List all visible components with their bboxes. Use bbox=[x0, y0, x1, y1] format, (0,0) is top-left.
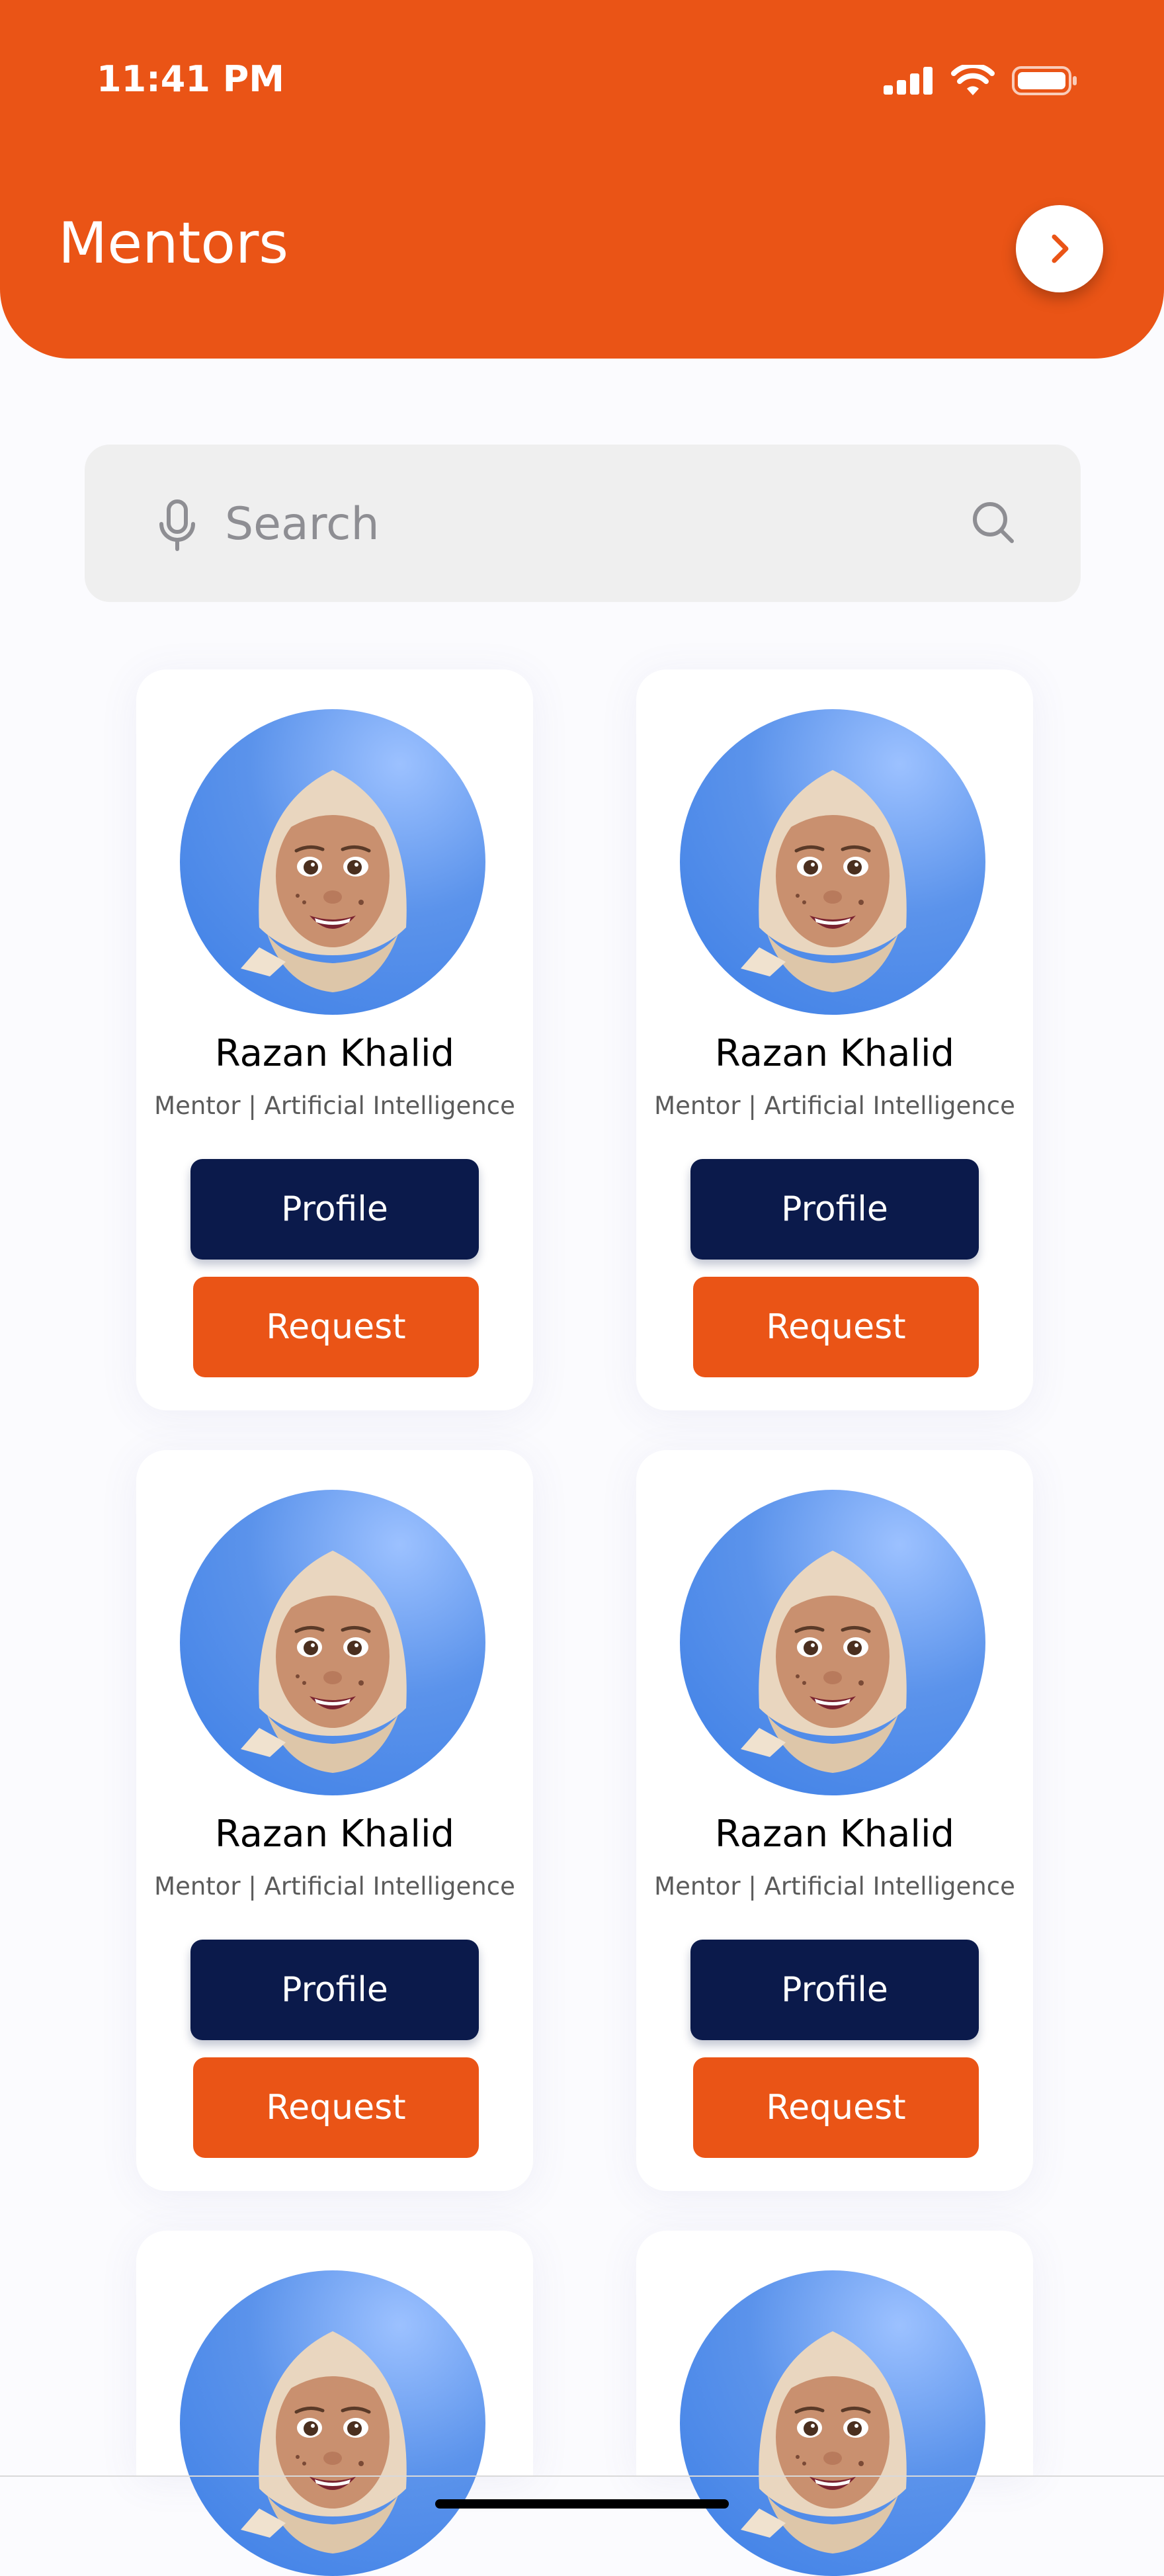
memoji-avatar-icon bbox=[741, 2331, 907, 2554]
mentor-role: Mentor | Artificial Intelligence bbox=[154, 1872, 515, 1901]
status-icons bbox=[884, 65, 1078, 97]
mentor-card: Razan Khalid Mentor | Artificial Intelli… bbox=[136, 669, 533, 1410]
memoji-avatar-icon bbox=[741, 770, 907, 992]
avatar bbox=[180, 1490, 485, 1795]
mentor-role: Mentor | Artificial Intelligence bbox=[654, 1872, 1015, 1901]
memoji-avatar-icon bbox=[741, 1551, 907, 1773]
status-time: 11:41 PM bbox=[97, 58, 285, 100]
profile-button[interactable]: Profile bbox=[190, 1940, 479, 2040]
profile-button[interactable]: Profile bbox=[190, 1159, 479, 1260]
request-button[interactable]: Request bbox=[693, 1277, 979, 1377]
request-button[interactable]: Request bbox=[693, 2057, 979, 2158]
mentor-card: Razan Khalid Mentor | Artificial Intelli… bbox=[136, 1450, 533, 2191]
avatar bbox=[680, 2270, 985, 2576]
mentor-card: Razan Khalid Mentor | Artificial Intelli… bbox=[636, 1450, 1033, 2191]
home-indicator[interactable] bbox=[435, 2499, 729, 2509]
search-bar[interactable] bbox=[85, 445, 1081, 602]
mentor-name: Razan Khalid bbox=[214, 1032, 455, 1075]
avatar bbox=[180, 709, 485, 1015]
memoji-avatar-icon bbox=[241, 2331, 407, 2554]
battery-icon bbox=[1012, 66, 1077, 95]
magnifier-icon[interactable] bbox=[970, 499, 1017, 546]
microphone-icon[interactable] bbox=[157, 499, 197, 552]
avatar bbox=[680, 709, 985, 1015]
profile-button[interactable]: Profile bbox=[690, 1159, 979, 1260]
mentor-name: Razan Khalid bbox=[714, 1813, 955, 1856]
tab-bar-divider bbox=[0, 2475, 1164, 2477]
search-input[interactable] bbox=[224, 487, 967, 561]
avatar bbox=[680, 1490, 985, 1795]
mentor-name: Razan Khalid bbox=[714, 1032, 955, 1075]
wifi-icon bbox=[951, 65, 995, 95]
mentor-role: Mentor | Artificial Intelligence bbox=[654, 1092, 1015, 1120]
mentor-card bbox=[136, 2231, 533, 2576]
memoji-avatar-icon bbox=[241, 1551, 407, 1773]
mentor-card bbox=[636, 2231, 1033, 2576]
mentor-role: Mentor | Artificial Intelligence bbox=[154, 1092, 515, 1120]
mentor-name: Razan Khalid bbox=[214, 1813, 455, 1856]
mentor-card: Razan Khalid Mentor | Artificial Intelli… bbox=[636, 669, 1033, 1410]
request-button[interactable]: Request bbox=[193, 2057, 479, 2158]
next-button[interactable] bbox=[1016, 205, 1103, 292]
profile-button[interactable]: Profile bbox=[690, 1940, 979, 2040]
chevron-right-icon bbox=[1052, 234, 1069, 263]
request-button[interactable]: Request bbox=[193, 1277, 479, 1377]
memoji-avatar-icon bbox=[241, 770, 407, 992]
page-title: Mentors bbox=[58, 210, 289, 277]
avatar bbox=[180, 2270, 485, 2576]
cellular-signal-icon bbox=[884, 67, 933, 95]
header-bar: 11:41 PM Mentors bbox=[0, 0, 1164, 359]
